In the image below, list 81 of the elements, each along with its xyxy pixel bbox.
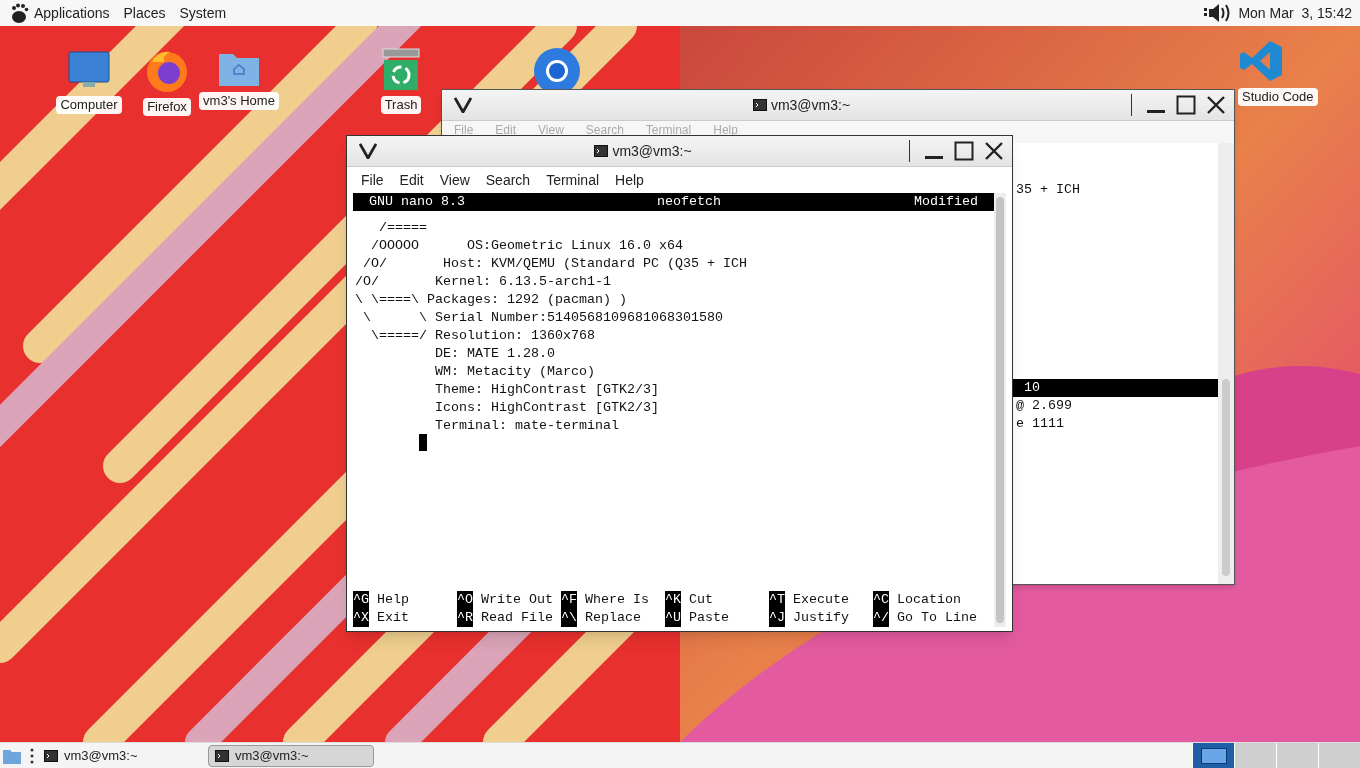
terminal-line: DE: MATE 1.28.0 [433, 345, 556, 363]
terminal-line: WM: Metacity (Marco) [433, 363, 596, 381]
shortcut-label[interactable]: Paste [689, 609, 729, 627]
menu-item[interactable]: Terminal [546, 169, 600, 191]
clock[interactable]: Mon Mar 3, 15:42 [1238, 2, 1352, 24]
menu-item[interactable]: View [439, 169, 470, 191]
panel-menu[interactable]: Applications [34, 2, 110, 24]
terminal-line: /O/ Kernel: 6.13.5-arch1-1 [355, 273, 612, 291]
menu-item[interactable]: Search [485, 169, 531, 191]
menu-item[interactable]: File [361, 169, 384, 191]
shortcut-key: ^K [665, 591, 681, 609]
terminal-line: \=====/ Resolution: 1360x768 [370, 327, 596, 345]
shortcut-label[interactable]: Where Is [585, 591, 649, 609]
terminal-line: Icons: HighContrast [GTK2/3] [433, 399, 660, 417]
window-title: vm3@vm3:~ [770, 95, 851, 115]
shortcut-label[interactable]: Write Out [481, 591, 553, 609]
panel-menu[interactable]: Places [123, 2, 166, 24]
shortcut-key: ^U [665, 609, 681, 627]
icon-label[interactable]: Firefox [143, 98, 191, 116]
terminal-line: \ \ Serial Number:5140568109681068301580 [362, 309, 724, 327]
maximize-icon[interactable] [954, 141, 974, 161]
shortcut-label[interactable]: Go To Line [897, 609, 977, 627]
terminal-icon [215, 749, 229, 762]
shortcut-label[interactable]: Location [897, 591, 961, 609]
shortcut-label[interactable]: Read File [481, 609, 553, 627]
close-icon[interactable] [1206, 95, 1226, 115]
scrollbar[interactable] [1218, 143, 1234, 584]
file-name: neofetch [657, 193, 721, 211]
nano-version: GNU nano 8.3 [369, 193, 465, 211]
terminal-icon [44, 749, 58, 762]
shortcut-key: ^T [769, 591, 785, 609]
task-button[interactable]: vm3@vm3:~ [208, 744, 374, 767]
panel-menu[interactable]: System [179, 2, 227, 24]
window-title: vm3@vm3:~ [612, 141, 692, 161]
v-logo-icon[interactable] [454, 97, 472, 113]
shortcut-key: ^\ [561, 609, 577, 627]
text-cursor [419, 434, 427, 451]
workspace-button[interactable] [1192, 742, 1234, 768]
terminal-icon [752, 99, 767, 111]
icon-label[interactable]: Trash [380, 96, 422, 114]
menu-item[interactable]: Edit [399, 169, 424, 191]
menu-item[interactable]: Help [615, 169, 644, 191]
window-title-bar[interactable]: vm3@vm3:~ [442, 90, 1234, 121]
terminal-line: /OOOOO OS:Geometric Linux 16.0 x64 [370, 237, 684, 255]
shortcut-key: ^/ [873, 609, 889, 627]
modified-status: Modified [914, 193, 978, 211]
shortcut-key: ^R [457, 609, 473, 627]
terminal-line: Theme: HighContrast [GTK2/3] [433, 381, 660, 399]
shortcut-label[interactable]: Cut [689, 591, 713, 609]
terminal-line: /O/ Host: KVM/QEMU (Standard PC (Q35 + ICH [362, 255, 748, 273]
maximize-icon[interactable] [1176, 95, 1196, 115]
window-title-bar[interactable]: vm3@vm3:~ [347, 136, 1012, 167]
terminal-line: /===== [378, 219, 428, 237]
close-icon[interactable] [984, 141, 1004, 161]
terminal-line: e 1111 [1016, 416, 1064, 431]
terminal-line: \ \====\ Packages: 1292 (pacman) ) [355, 291, 628, 309]
terminal-icon [594, 145, 609, 157]
scrollbar[interactable] [994, 193, 1006, 627]
shortcut-label[interactable]: Replace [585, 609, 641, 627]
shortcut-label[interactable]: Exit [377, 609, 409, 627]
shortcut-key: ^G [353, 591, 369, 609]
shortcut-key: ^O [457, 591, 473, 609]
handle-icon[interactable] [30, 746, 34, 765]
shortcut-label[interactable]: Help [377, 591, 409, 609]
icon-label[interactable]: vm3's Home [199, 92, 279, 110]
terminal-line: Terminal: mate-terminal [433, 417, 620, 435]
shortcut-key: ^C [873, 591, 889, 609]
shortcut-label[interactable]: Justify [793, 609, 849, 627]
shortcut-key: ^X [353, 609, 369, 627]
v-logo-icon[interactable] [359, 143, 377, 159]
recycle-bin-icon [381, 48, 421, 92]
code-editor-icon [1238, 38, 1284, 84]
terminal-line: @ 2.699 [1016, 398, 1072, 413]
task-button[interactable]: vm3@vm3:~ [38, 744, 204, 767]
terminal-line: 35 + ICH [1016, 182, 1080, 197]
shortcut-label[interactable]: Execute [793, 591, 849, 609]
shortcut-key: ^F [561, 591, 577, 609]
shortcut-key: ^J [769, 609, 785, 627]
icon-label[interactable]: Studio Code [1238, 88, 1318, 106]
icon-label[interactable]: Computer [56, 96, 122, 114]
terminal-line: 10 [1023, 380, 1040, 395]
